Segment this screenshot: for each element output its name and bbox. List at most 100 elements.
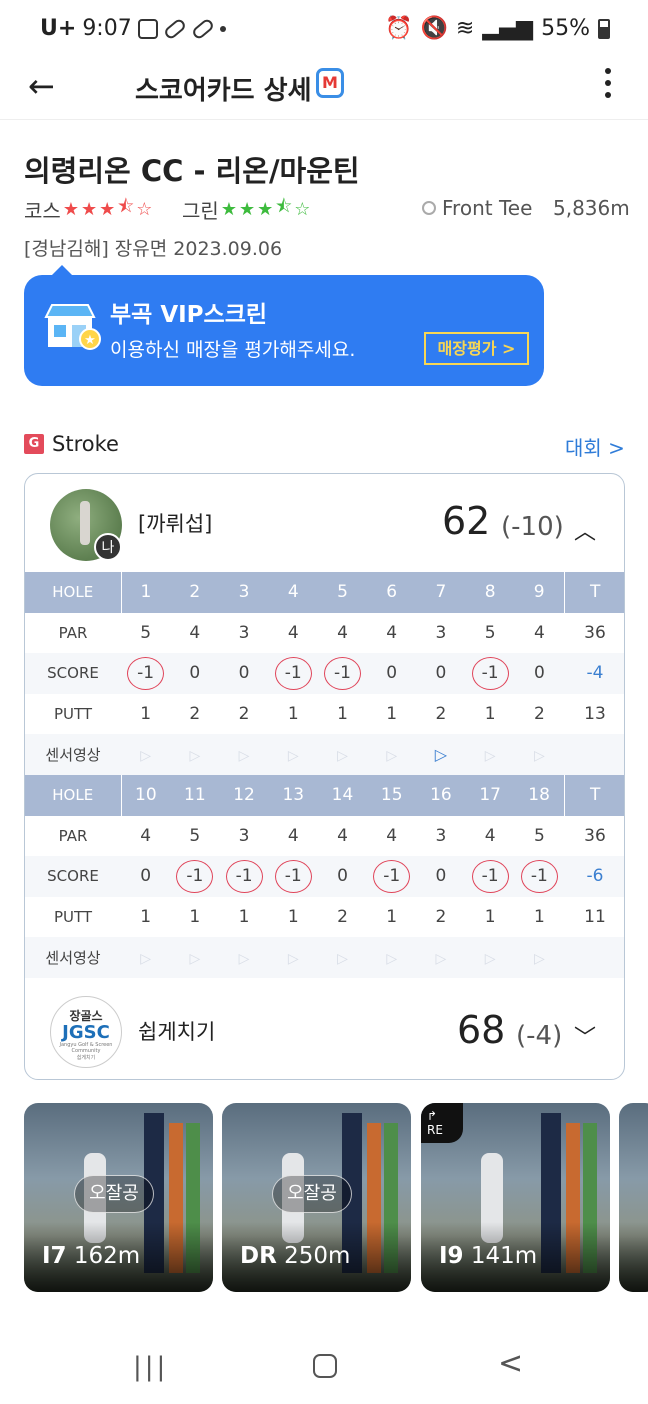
battery-icon (598, 18, 610, 39)
putt-cell: 2 (337, 907, 348, 928)
hole-number: 14 (317, 774, 368, 816)
sensor-video-label: 센서영상 (25, 937, 121, 978)
par-label: PAR (58, 826, 88, 845)
course-rating-label: 코스 (24, 198, 61, 223)
par-cell: 3 (435, 825, 447, 846)
star-icon: ★ (62, 198, 79, 220)
video-cell: ▷ (121, 937, 171, 978)
par-cell: 5 (533, 825, 545, 846)
shot-video-card[interactable]: ↱ RE I9 141m (421, 1103, 610, 1292)
half-star-icon: ⯪ (117, 196, 135, 217)
par-cell: 4 (287, 825, 299, 846)
putt-cell: 1 (238, 907, 250, 928)
tee-label: Front Tee (442, 196, 533, 220)
system-back-button[interactable]: < (498, 1346, 523, 1381)
hole-number: 18 (514, 774, 564, 816)
shot-video-card-partial[interactable] (619, 1103, 648, 1292)
play-icon: ▷ (287, 747, 299, 764)
home-button[interactable] (313, 1354, 337, 1378)
score-cell: 0 (317, 856, 368, 897)
video-total (564, 734, 624, 775)
putt-cell: 1 (189, 907, 201, 928)
video-cell: ▷ (416, 734, 466, 775)
score-row: SCORE -1 0 0 -1 -1 0 0 -1 0 -4 (25, 653, 624, 694)
par-cell: 5 (484, 622, 496, 643)
score-cell: 0 (416, 856, 466, 897)
hole-label: HOLE (25, 572, 122, 613)
video-total (564, 937, 624, 978)
video-cell: ▷ (317, 734, 368, 775)
pill-icon (190, 16, 216, 41)
score-value: -1 (471, 656, 509, 690)
empty-star-icon: ☆ (294, 198, 311, 220)
putt-total: 13 (584, 704, 606, 725)
putt-cell: 2 (533, 704, 545, 725)
play-icon: ▷ (533, 950, 545, 967)
shot-tag: 오잘공 (272, 1175, 352, 1213)
hole-label: HOLE (25, 774, 122, 816)
sensor-video-label: 센서영상 (25, 734, 121, 775)
store-rating-banner[interactable]: ★ 부곡 VIP스크린 이용하신 매장을 평가해주세요. 매장평가 > (24, 265, 544, 386)
back-arrow-icon[interactable]: ← (28, 70, 55, 102)
video-cell: ▷ (367, 937, 417, 978)
player2-name: 쉽게치기 (138, 1020, 216, 1044)
score-value: -1 (176, 859, 214, 893)
score-table: HOLE 1 2 3 4 5 6 7 8 9 T PAR 5 4 3 4 4 4 3 5 4 36 SCORE -1 0 0 -1-… (25, 572, 624, 978)
video-cell: ▷ (514, 734, 564, 775)
star-icon: ★ (99, 198, 116, 220)
hole-number: 17 (465, 774, 515, 816)
hole-number: 7 (416, 572, 466, 613)
play-icon: ▷ (189, 950, 201, 967)
score-cell: -1 (170, 856, 220, 897)
video-cell: ▷ (465, 937, 515, 978)
status-bar: U+ 9:07 ⏰ 🔇 ≋ ▂▄▆ 55% (0, 0, 648, 58)
signal-icon: ▂▄▆ (482, 16, 534, 41)
more-menu-icon[interactable] (600, 64, 616, 104)
score-cell: -1 (121, 653, 171, 694)
player-to-par: (-10) (501, 512, 564, 542)
shot-label: I9 141m (439, 1243, 538, 1269)
recent-apps-button[interactable]: ||| (133, 1352, 168, 1382)
score-value: -1 (471, 859, 509, 893)
wifi-icon: ≋ (455, 16, 475, 41)
shot-video-card[interactable]: 오잘공 DR 250m (222, 1103, 411, 1292)
video-cell: ▷ (170, 937, 220, 978)
club-logo: 장골스 JGSC Jangyu Golf & Screen Community … (50, 996, 122, 1068)
score-total: -4 (564, 653, 624, 694)
collapse-chevron-icon[interactable]: ︿ (574, 514, 596, 546)
rate-store-button[interactable]: 매장평가 > (424, 332, 529, 365)
tournament-link[interactable]: 대회 > (565, 432, 625, 461)
play-icon[interactable]: ▷ (435, 745, 447, 764)
par-cell: 4 (189, 622, 201, 643)
scorecard-detail-screen: U+ 9:07 ⏰ 🔇 ≋ ▂▄▆ 55% ← 스코어카드 상세 M 의령리온 … (0, 0, 648, 1404)
par-cell: 3 (238, 825, 250, 846)
score-row: SCORE 0 -1 -1 -1 0 -1 0 -1 -1 -6 (25, 856, 624, 897)
video-cell: ▷ (219, 734, 269, 775)
svg-text:★: ★ (84, 333, 96, 348)
expand-chevron-icon[interactable]: ﹀ (574, 1020, 596, 1052)
carrier: U+ (40, 16, 77, 41)
play-icon: ▷ (140, 747, 151, 764)
play-icon: ▷ (435, 950, 447, 967)
score-cell: -1 (367, 856, 417, 897)
shot-label: I7 162m (42, 1243, 141, 1269)
video-cell: ▷ (367, 734, 417, 775)
putt-cell: 1 (287, 907, 299, 928)
score-value: 0 (140, 866, 152, 887)
score-cell: -1 (465, 856, 515, 897)
par-cell: 4 (533, 622, 545, 643)
score-cell: 0 (170, 653, 220, 694)
hole-number: 5 (317, 572, 368, 613)
par-cell: 4 (337, 825, 348, 846)
par-row: PAR 4 5 3 4 4 4 3 4 5 36 (25, 816, 624, 857)
pill-icon (162, 16, 188, 41)
star-icon: ★ (220, 198, 237, 220)
shot-video-card[interactable]: 오잘공 I7 162m (24, 1103, 213, 1292)
putt-label: PUTT (53, 705, 93, 724)
play-icon: ▷ (238, 747, 250, 764)
score-cell: 0 (416, 653, 466, 694)
hole-number: 9 (514, 572, 564, 613)
hole-number: 13 (268, 774, 318, 816)
empty-star-icon: ☆ (136, 198, 153, 220)
player-avatar: 나 (50, 489, 122, 561)
